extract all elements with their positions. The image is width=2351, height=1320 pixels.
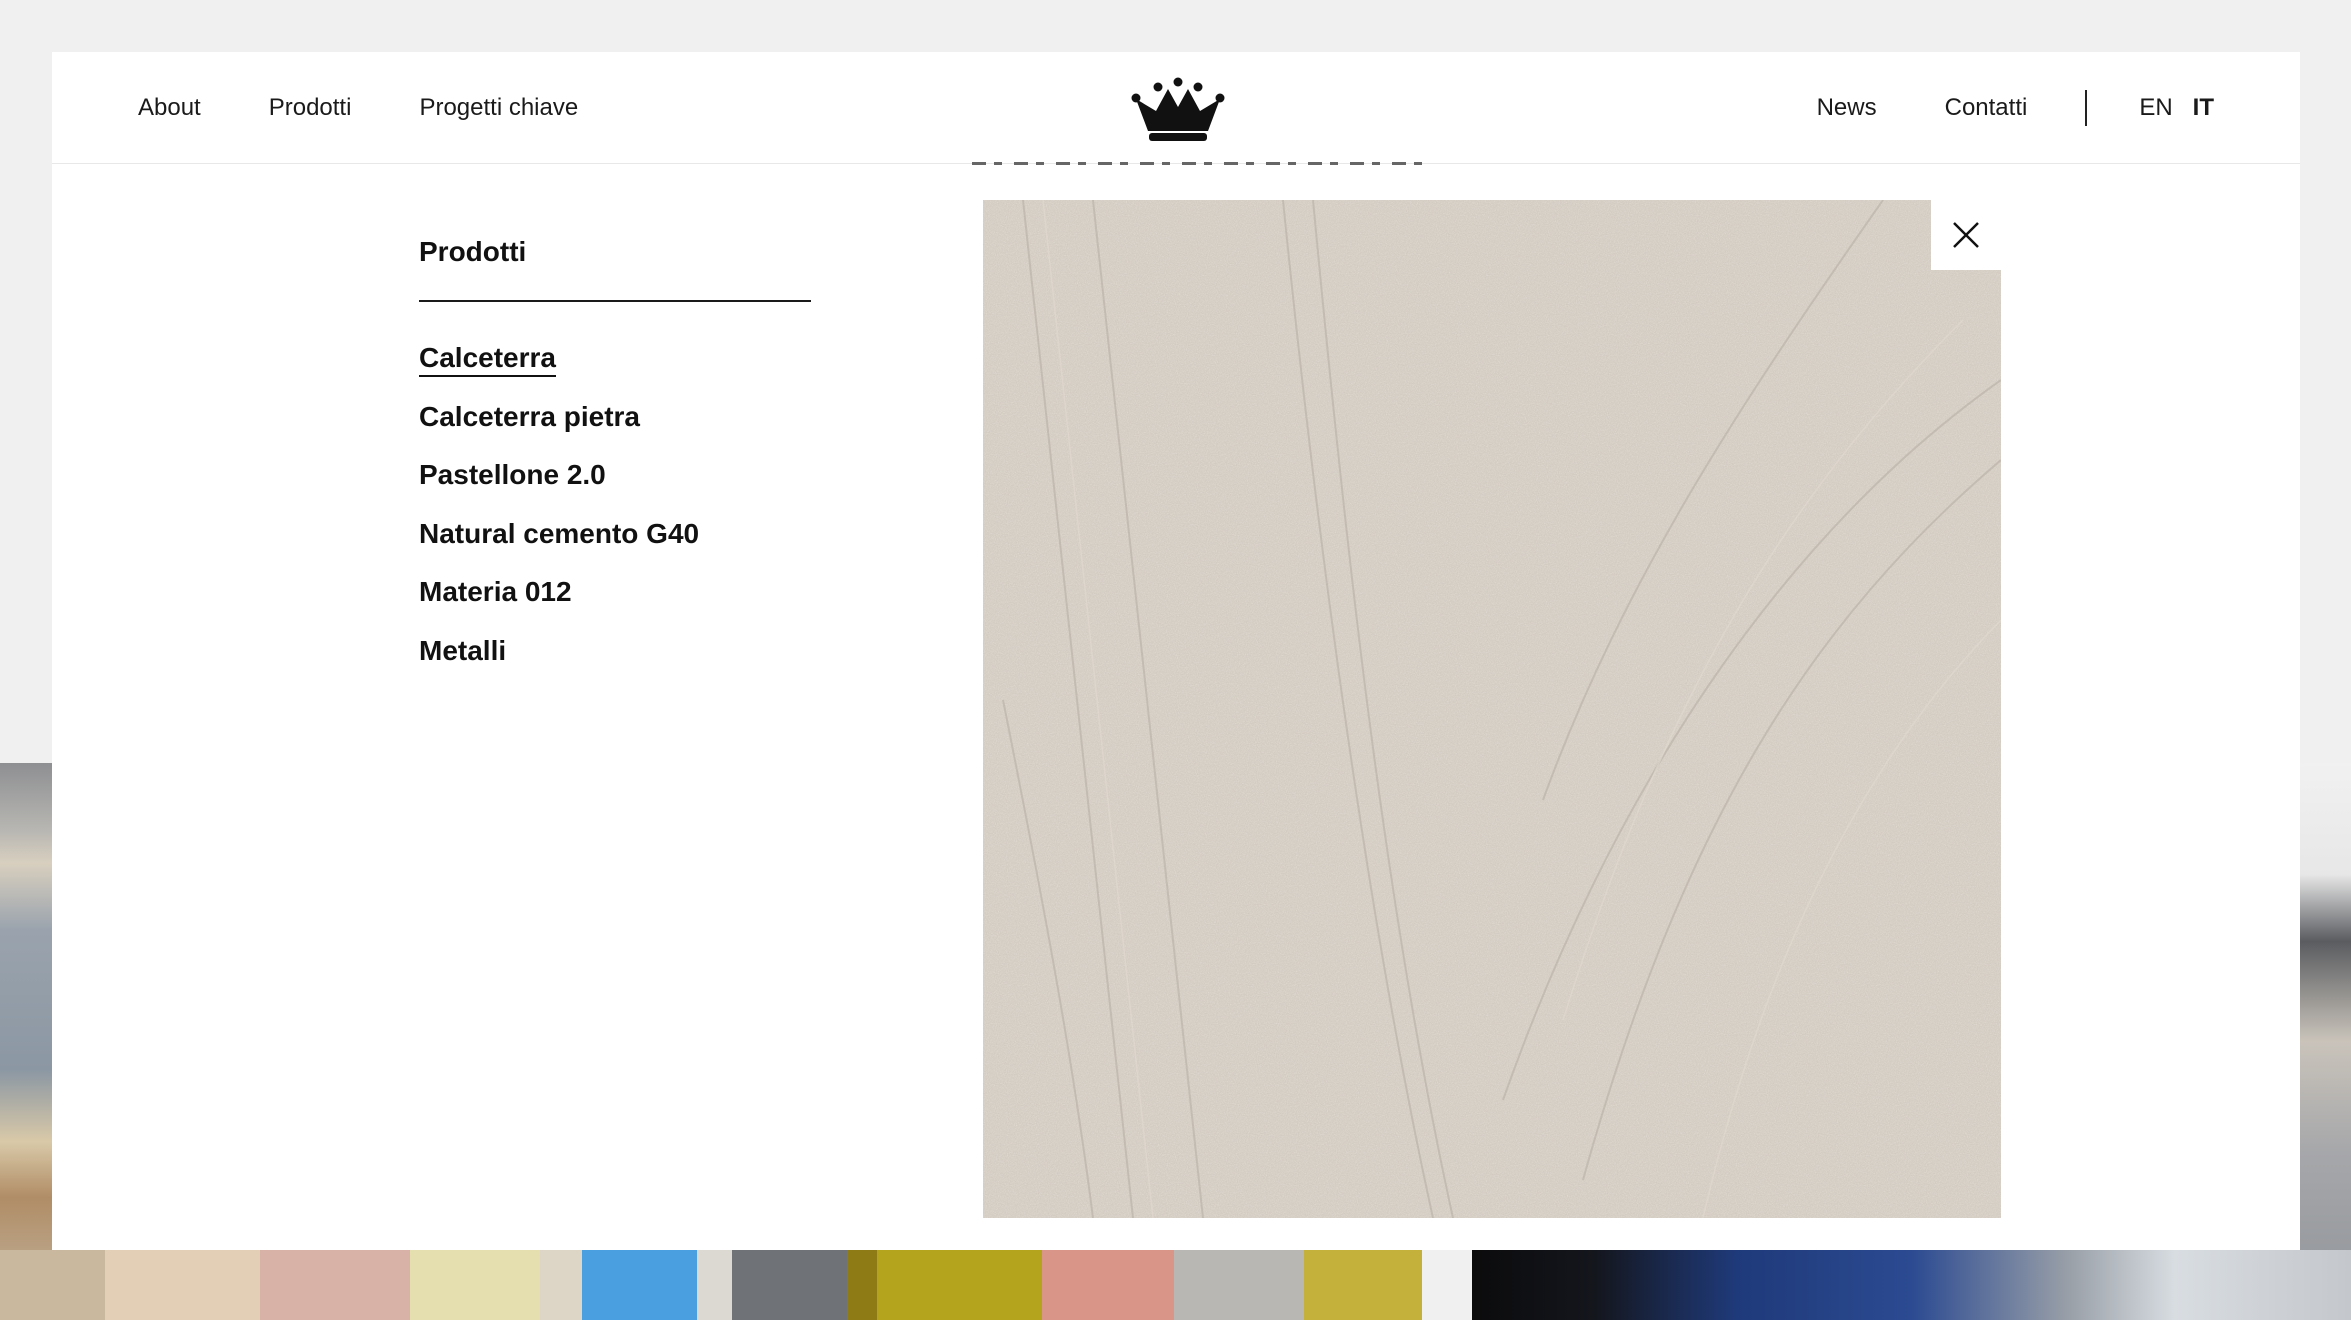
product-preview-image — [983, 200, 2001, 1218]
nav-link-contatti[interactable]: Contatti — [1945, 94, 2028, 122]
language-it[interactable]: IT — [2193, 94, 2214, 122]
nav-left: About Prodotti Progetti chiave — [138, 52, 578, 163]
swatch — [410, 1250, 540, 1320]
product-item-label: Pastellone 2.0 — [419, 459, 606, 490]
swatch — [582, 1250, 697, 1320]
nav-link-prodotti[interactable]: Prodotti — [269, 94, 352, 122]
crown-icon[interactable] — [1128, 77, 1228, 141]
product-item-label: Metalli — [419, 634, 507, 666]
close-button[interactable] — [1931, 200, 2001, 270]
menu-title: Prodotti — [419, 236, 527, 267]
swatch — [1042, 1250, 1174, 1320]
nav-divider — [2085, 89, 2088, 126]
product-item-metalli[interactable]: Metalli — [419, 631, 819, 671]
nav-link-news[interactable]: News — [1817, 94, 1877, 122]
swatch — [260, 1250, 410, 1320]
background-photo-left — [0, 763, 52, 1320]
product-item-label: Natural cemento G40 — [419, 517, 700, 549]
product-list: Calceterra Calceterra pietra Pastellone … — [419, 338, 819, 671]
product-item-natural-cemento[interactable]: Natural cemento G40 — [419, 514, 819, 554]
swatch — [105, 1250, 260, 1320]
background-photo-person — [1472, 1250, 2351, 1320]
swatch — [877, 1250, 1042, 1320]
swatch — [847, 1250, 877, 1320]
swatch — [540, 1250, 582, 1320]
menu-divider — [419, 300, 811, 302]
products-menu-modal: About Prodotti Progetti chiave News Cont… — [52, 52, 2300, 1250]
background-color-swatches — [0, 1250, 1422, 1320]
background-photo-right — [2300, 763, 2351, 1320]
nav-link-about[interactable]: About — [138, 94, 201, 122]
product-item-materia[interactable]: Materia 012 — [419, 572, 819, 612]
nav-right: News Contatti EN IT — [1817, 52, 2214, 163]
language-en[interactable]: EN — [2139, 94, 2172, 122]
product-item-label: Calceterra pietra — [419, 400, 641, 432]
close-icon — [1953, 222, 1979, 248]
products-menu: Prodotti Calceterra Calceterra pietra Pa… — [419, 232, 819, 689]
site-header: About Prodotti Progetti chiave News Cont… — [52, 52, 2300, 164]
product-item-calceterra-pietra[interactable]: Calceterra pietra — [419, 397, 819, 437]
swatch — [0, 1250, 105, 1320]
underlying-page-heading-fragment — [972, 156, 1432, 166]
swatch — [697, 1250, 732, 1320]
swatch — [732, 1250, 847, 1320]
swatch — [1174, 1250, 1304, 1320]
product-item-pastellone[interactable]: Pastellone 2.0 — [419, 455, 819, 495]
swatch — [1304, 1250, 1422, 1320]
product-item-calceterra[interactable]: Calceterra — [419, 338, 819, 378]
product-item-label: Materia 012 — [419, 576, 572, 607]
nav-link-progetti-chiave[interactable]: Progetti chiave — [419, 94, 578, 122]
product-item-label: Calceterra — [419, 342, 556, 377]
